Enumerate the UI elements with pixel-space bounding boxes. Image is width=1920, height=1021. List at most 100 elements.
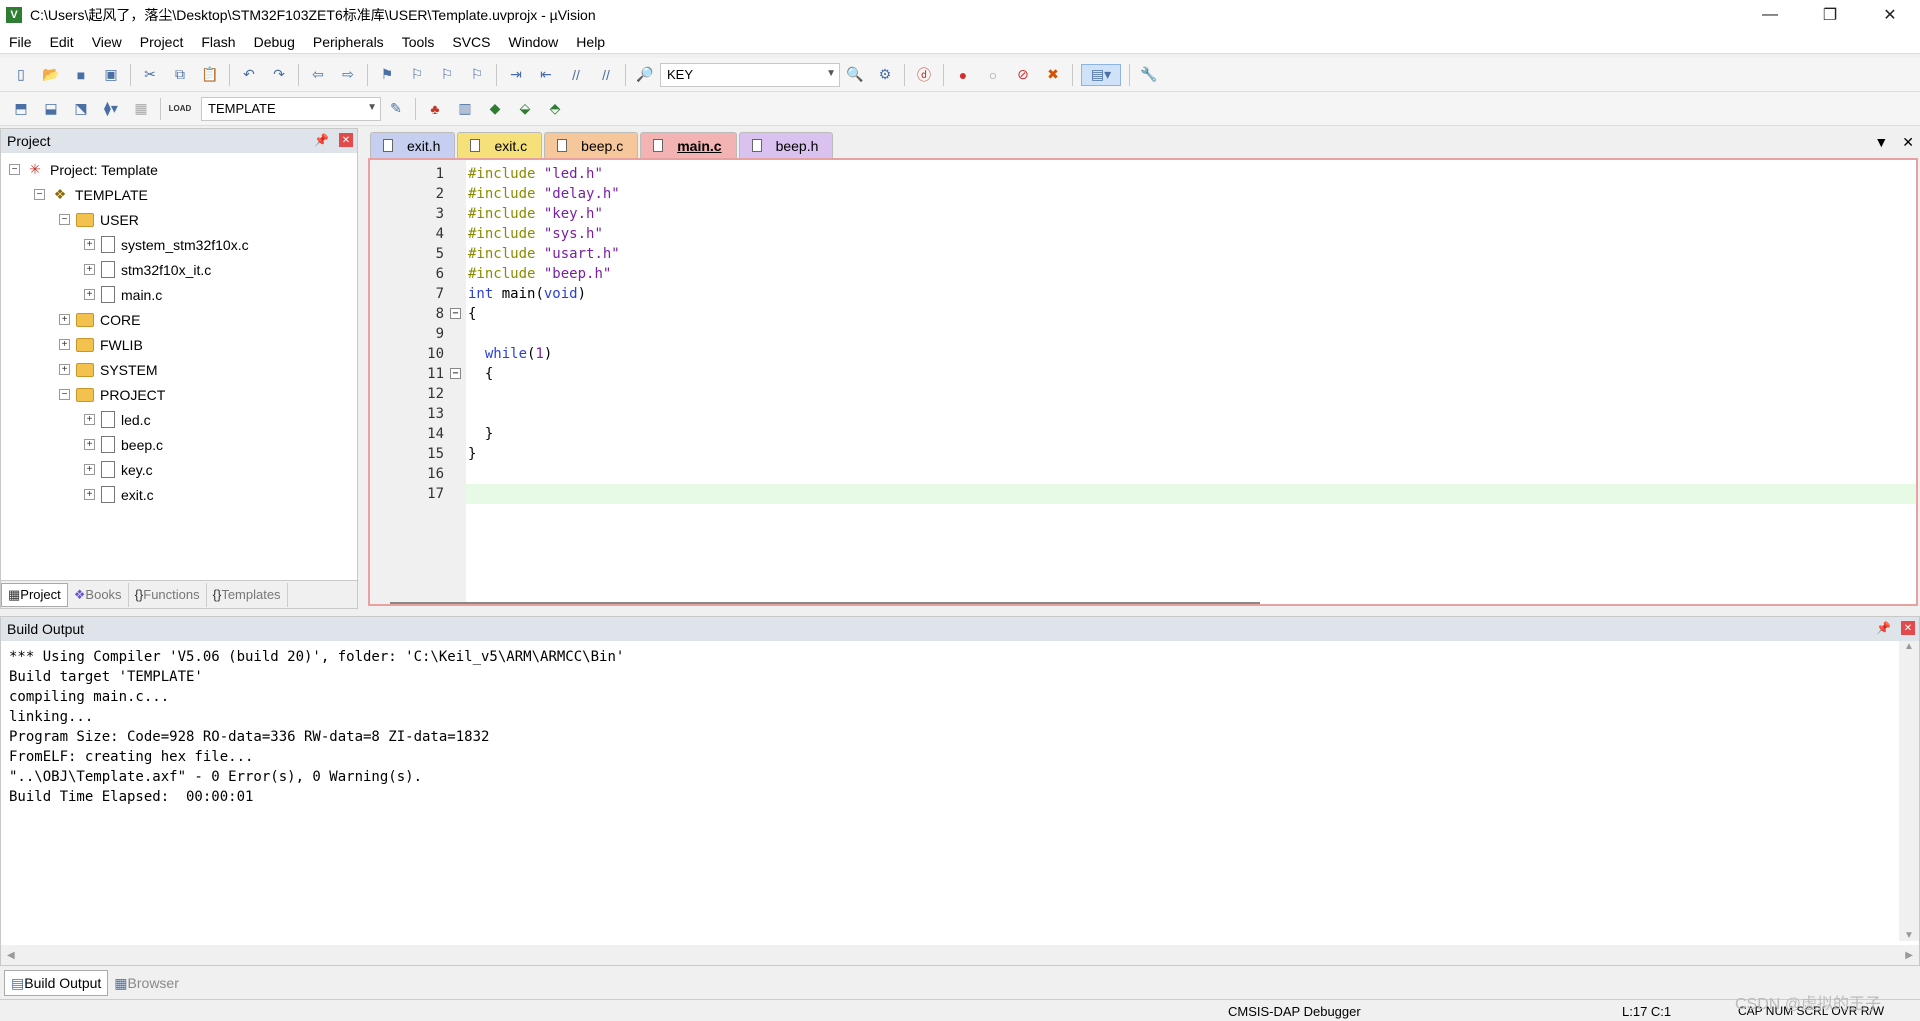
translate-icon[interactable]: ⬒ (10, 98, 32, 120)
save-all-icon[interactable]: ▣ (100, 64, 122, 86)
build-icon[interactable]: ⬓ (40, 98, 62, 120)
collapse-icon[interactable]: − (59, 389, 70, 400)
close-panel-icon[interactable]: ✕ (1901, 621, 1915, 635)
redo-icon[interactable]: ↷ (268, 64, 290, 86)
collapse-icon[interactable]: − (59, 214, 70, 225)
menu-tools[interactable]: Tools (393, 30, 444, 54)
collapse-icon[interactable]: − (9, 164, 20, 175)
collapse-icon[interactable]: − (34, 189, 45, 200)
tab-browser[interactable]: ▦ Browser (108, 970, 185, 996)
menu-help[interactable]: Help (567, 30, 614, 54)
close-button[interactable]: ✕ (1860, 0, 1920, 30)
indent-icon[interactable]: ⇥ (505, 64, 527, 86)
code-line[interactable]: 8−{ (370, 304, 1916, 324)
tree-item[interactable]: − ❖ TEMPLATE (1, 182, 357, 207)
minimize-button[interactable]: — (1740, 0, 1800, 30)
code-line[interactable]: 15} (370, 444, 1916, 464)
code-line[interactable]: 6 #include "beep.h" (370, 264, 1916, 284)
code-line[interactable]: 10 while(1) (370, 344, 1916, 364)
code-line[interactable]: 5 #include "usart.h" (370, 244, 1916, 264)
code-editor[interactable]: 1 #include "led.h" 2 #include "delay.h" 3 #in… (368, 158, 1918, 606)
comment-icon[interactable]: // (565, 64, 587, 86)
incremental-find-icon[interactable]: ⚙ (874, 64, 896, 86)
undo-icon[interactable]: ↶ (238, 64, 260, 86)
code-line[interactable]: 16 (370, 464, 1916, 484)
uncomment-icon[interactable]: // (595, 64, 617, 86)
clear-bookmarks-icon[interactable]: ⚐ (466, 64, 488, 86)
tree-item[interactable]: − PROJECT (1, 382, 357, 407)
tree-item[interactable]: + main.c (1, 282, 357, 307)
expand-icon[interactable]: + (59, 314, 70, 325)
tree-item[interactable]: + CORE (1, 307, 357, 332)
editor-tab-exit-c[interactable]: exit.c (457, 132, 543, 158)
tab-books[interactable]: ❖ Books (68, 582, 129, 607)
output-horizontal-scrollbar[interactable]: ◀ ▶ (1, 945, 1919, 965)
stop-build-icon[interactable]: ▦ (130, 98, 152, 120)
find-in-files-icon[interactable]: 🔎 (634, 64, 656, 86)
output-vertical-scrollbar[interactable]: ▲ ▼ (1899, 641, 1919, 941)
menu-window[interactable]: Window (500, 30, 568, 54)
editor-tab-exit-h[interactable]: exit.h (370, 132, 456, 158)
tree-item[interactable]: + beep.c (1, 432, 357, 457)
window-layout-icon[interactable]: ▤▾ (1081, 63, 1121, 86)
editor-horizontal-scrollbar[interactable] (390, 602, 1260, 604)
fold-icon[interactable]: − (450, 368, 461, 379)
expand-icon[interactable]: + (59, 339, 70, 350)
tree-item[interactable]: + SYSTEM (1, 357, 357, 382)
tab-list-icon[interactable]: ▼ (1874, 134, 1888, 151)
tree-item[interactable]: − USER (1, 207, 357, 232)
start-debug-icon[interactable]: ⓓ (913, 64, 935, 86)
tree-item[interactable]: + led.c (1, 407, 357, 432)
new-file-icon[interactable]: ▯ (10, 64, 32, 86)
fold-icon[interactable]: − (450, 308, 461, 319)
tree-item[interactable]: + system_stm32f10x.c (1, 232, 357, 257)
menu-file[interactable]: File (0, 30, 41, 54)
expand-icon[interactable]: + (84, 414, 95, 425)
menu-debug[interactable]: Debug (245, 30, 304, 54)
manage-run-time-icon[interactable]: ◆ (484, 98, 506, 120)
expand-icon[interactable]: + (84, 289, 95, 300)
tree-item[interactable]: + exit.c (1, 482, 357, 507)
menu-project[interactable]: Project (131, 30, 193, 54)
expand-icon[interactable]: + (84, 489, 95, 500)
pin-icon[interactable]: 📌 (314, 133, 329, 147)
select-packs-icon[interactable]: ▥ (454, 98, 476, 120)
open-file-icon[interactable]: 📂 (40, 64, 62, 86)
kill-all-breakpoints-icon[interactable]: ✖ (1042, 64, 1064, 86)
find-icon[interactable]: 🔍 (844, 64, 866, 86)
navigate-forward-icon[interactable]: ⇨ (337, 64, 359, 86)
editor-tab-main-c[interactable]: main.c (640, 132, 737, 158)
menu-edit[interactable]: Edit (41, 30, 83, 54)
close-tab-icon[interactable]: ✕ (1902, 134, 1914, 151)
expand-icon[interactable]: + (59, 364, 70, 375)
tab-functions[interactable]: {} Functions (129, 582, 207, 607)
editor-tab-beep-h[interactable]: beep.h (738, 132, 834, 158)
pin-icon[interactable]: 📌 (1876, 621, 1891, 635)
disable-all-breakpoints-icon[interactable]: ⊘ (1012, 64, 1034, 86)
menu-peripherals[interactable]: Peripherals (304, 30, 393, 54)
expand-icon[interactable]: + (84, 264, 95, 275)
prev-bookmark-icon[interactable]: ⚐ (406, 64, 428, 86)
code-line[interactable]: 2 #include "delay.h" (370, 184, 1916, 204)
maximize-button[interactable]: ❐ (1800, 0, 1860, 30)
configure-icon[interactable]: 🔧 (1138, 64, 1160, 86)
expand-icon[interactable]: + (84, 439, 95, 450)
code-line[interactable]: 14 } (370, 424, 1916, 444)
tree-item[interactable]: + key.c (1, 457, 357, 482)
software-packs-icon[interactable]: ⬘ (544, 98, 566, 120)
close-panel-icon[interactable]: ✕ (339, 133, 353, 147)
target-options-icon[interactable]: ✎ (385, 98, 407, 120)
download-icon[interactable]: LOAD (169, 98, 192, 120)
editor-tab-beep-c[interactable]: beep.c (544, 132, 639, 158)
code-line[interactable]: 11− { (370, 364, 1916, 384)
tab-templates[interactable]: {} Templates (207, 582, 288, 607)
code-line[interactable]: 9 (370, 324, 1916, 344)
expand-icon[interactable]: + (84, 239, 95, 250)
copy-icon[interactable]: ⧉ (169, 64, 191, 86)
save-icon[interactable]: ■ (70, 64, 92, 86)
cut-icon[interactable]: ✂ (139, 64, 161, 86)
code-line[interactable]: 13 (370, 404, 1916, 424)
tab-project[interactable]: ▦ Project (1, 582, 68, 607)
tab-build-output[interactable]: ▤ Build Output (4, 970, 109, 996)
pack-installer-icon[interactable]: ⬙ (514, 98, 536, 120)
